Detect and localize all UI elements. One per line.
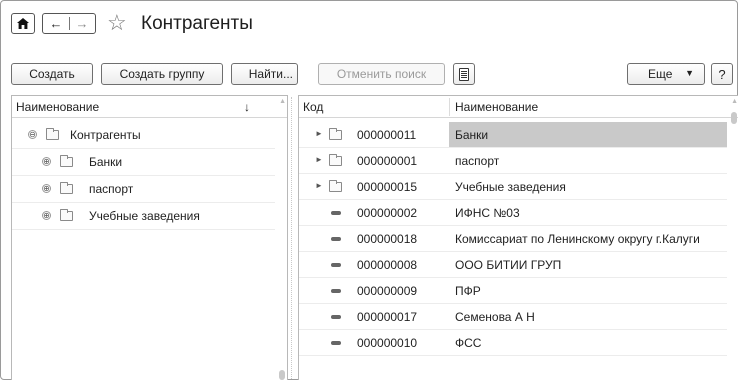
groups-tree-panel: Наименование ↓ ▲ ⊖ Контрагенты ⊕ Банки ⊕… [11,95,288,380]
expand-icon[interactable]: ⊕ [42,184,51,193]
list-header: Код Наименование [299,96,738,118]
row-code: 000000017 [357,310,418,324]
row-code: 000000011 [357,128,417,142]
tree-node-label: Банки [89,155,123,169]
folder-icon [329,154,342,166]
table-row[interactable]: 000000017 Семенова А Н [299,304,727,330]
item-icon [331,263,341,267]
chevron-down-icon: ▼ [685,68,694,78]
row-name: Семенова А Н [455,310,535,324]
folder-icon [60,155,73,167]
document-icon [459,67,469,81]
item-icon [331,289,341,293]
row-name: Учебные заведения [455,180,566,194]
scroll-up-icon[interactable]: ▲ [279,98,286,105]
tree-scrollbar[interactable] [279,370,285,380]
more-label: Еще [648,67,673,81]
home-icon [17,18,29,29]
nav-divider [68,17,70,30]
tree-node-label: Учебные заведения [89,209,200,223]
row-code: 000000009 [357,284,418,298]
row-name: Банки [455,128,489,142]
item-icon [331,341,341,345]
row-code: 000000010 [357,336,418,350]
row-code: 000000018 [357,232,418,246]
scroll-up-icon[interactable]: ▲ [731,98,738,105]
table-row[interactable]: 000000009 ПФР [299,278,727,304]
table-row[interactable]: ► 000000015 Учебные заведения [299,174,727,200]
row-name: паспорт [455,154,500,168]
panel-splitter[interactable] [291,97,292,380]
tree-node[interactable]: ⊕ Банки [12,149,275,176]
window-frame: ← → ☆ Контрагенты Создать Создать группу… [0,0,738,380]
tree-node-label: Контрагенты [70,128,141,142]
item-icon [331,315,341,319]
item-icon [331,237,341,241]
expand-triangle-icon[interactable]: ► [315,155,323,164]
tree-header: Наименование ↓ [12,96,287,118]
counterparties-list-panel: Код Наименование ▲ ► 000000011 Банки ► 0… [298,95,738,380]
cancel-search-button[interactable]: Отменить поиск [318,63,445,85]
create-button[interactable]: Создать [11,63,93,85]
arrow-left-icon[interactable]: ← [50,17,63,30]
row-name: ИФНС №03 [455,206,520,220]
row-name: ООО БИТИИ ГРУП [455,258,562,272]
folder-icon [60,182,73,194]
row-name: ФСС [455,336,482,350]
selected-cell-highlight [449,122,727,147]
table-row[interactable]: 000000018 Комиссариат по Ленинскому окру… [299,226,727,252]
row-name: Комиссариат по Ленинскому округу г.Калуг… [455,232,700,246]
tree-column-name[interactable]: Наименование [16,100,99,114]
collapse-icon[interactable]: ⊖ [28,130,37,139]
column-name[interactable]: Наименование [455,100,538,114]
list-scrollbar[interactable] [731,112,737,124]
table-row[interactable]: ► 000000011 Банки [299,122,727,148]
expand-triangle-icon[interactable]: ► [315,129,323,138]
table-row[interactable]: 000000008 ООО БИТИИ ГРУП [299,252,727,278]
tree-node-label: паспорт [89,182,134,196]
home-button[interactable] [11,13,35,34]
more-button[interactable]: Еще ▼ [627,63,705,85]
column-code[interactable]: Код [303,100,323,114]
item-icon [331,211,341,215]
row-code: 000000001 [357,154,418,168]
row-code: 000000015 [357,180,418,194]
tree-node[interactable]: ⊕ Учебные заведения [12,203,275,230]
expand-icon[interactable]: ⊕ [42,211,51,220]
table-row[interactable]: 000000002 ИФНС №03 [299,200,727,226]
report-button[interactable] [453,63,475,85]
page-title: Контрагенты [141,13,253,34]
expand-triangle-icon[interactable]: ► [315,181,323,190]
tree-node-root[interactable]: ⊖ Контрагенты [12,122,275,149]
column-divider [449,98,450,116]
sort-indicator-icon[interactable]: ↓ [244,100,250,114]
row-code: 000000002 [357,206,418,220]
history-nav-group: ← → [42,13,96,34]
help-button[interactable]: ? [711,63,733,85]
tree-node[interactable]: ⊕ паспорт [12,176,275,203]
table-row[interactable]: 000000010 ФСС [299,330,727,356]
folder-icon [60,209,73,221]
create-group-button[interactable]: Создать группу [101,63,223,85]
row-code: 000000008 [357,258,418,272]
find-button[interactable]: Найти... [231,63,298,85]
folder-icon [46,128,59,140]
folder-icon [329,128,342,140]
folder-icon [329,180,342,192]
row-name: ПФР [455,284,481,298]
expand-icon[interactable]: ⊕ [42,157,51,166]
star-outline-icon[interactable]: ☆ [107,12,127,34]
table-row[interactable]: ► 000000001 паспорт [299,148,727,174]
arrow-right-icon[interactable]: → [76,17,89,30]
